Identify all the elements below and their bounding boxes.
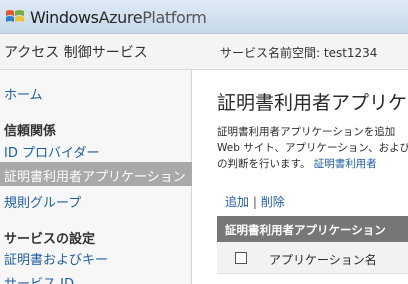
description-line-1: 証明書利用者アプリケーションを追加 xyxy=(217,126,396,138)
description-link[interactable]: 証明書利用者 xyxy=(314,158,377,170)
sidebar-item-label: 証明書利用者アプリケーション xyxy=(4,170,186,185)
grid-actions: 追加 | 削除 xyxy=(225,193,285,210)
description-text: の判断を行います。 xyxy=(217,158,311,170)
action-separator: | xyxy=(252,195,257,209)
sidebar-item-relying-party-apps[interactable]: 証明書利用者アプリケーション xyxy=(0,162,192,186)
page-title: 証明書利用者アプリケーション xyxy=(217,92,408,114)
brand-azure: Azure xyxy=(98,8,143,27)
select-all-checkbox[interactable] xyxy=(235,252,247,264)
main-content: 証明書利用者アプリケーション 証明書利用者アプリケーションを追加 Web サイト… xyxy=(193,70,408,284)
sidebar-item-home[interactable]: ホーム xyxy=(4,84,43,103)
sidebar-heading-trust: 信頼関係 xyxy=(4,124,57,139)
grid-column-header-row: アプリケーション名 xyxy=(217,242,408,274)
sidebar-item-id-providers[interactable]: ID プロバイダー xyxy=(4,142,99,161)
namespace-label: サービス名前空間: test1234 xyxy=(220,46,378,60)
description-line-3: の判断を行います。 証明書利用者 xyxy=(217,156,377,171)
sidebar-item-certificates-keys[interactable]: 証明書およびキー xyxy=(4,249,108,268)
sidebar: ホーム 信頼関係 ID プロバイダー 証明書利用者アプリケーション 規則グループ… xyxy=(0,70,192,284)
header-bar: アクセス 制御サービス サービス名前空間: test1234 xyxy=(0,34,408,70)
delete-link[interactable]: 削除 xyxy=(261,195,285,209)
app-title: アクセス 制御サービス xyxy=(4,45,148,61)
sidebar-item-rule-groups[interactable]: 規則グループ xyxy=(4,192,81,211)
description-line-2: Web サイト、アプリケーション、および xyxy=(217,142,408,154)
brand-platform: Platform xyxy=(142,8,207,27)
column-header-app-name[interactable]: アプリケーション名 xyxy=(269,251,377,268)
grid-header: 証明書利用者アプリケーション xyxy=(217,216,408,242)
sidebar-item-service-identities[interactable]: サービス ID xyxy=(4,273,74,284)
brand-bar: WindowsAzurePlatform xyxy=(0,0,408,34)
brand-title: WindowsAzurePlatform xyxy=(30,8,207,27)
windows-logo-icon xyxy=(6,10,24,22)
sidebar-heading-service-settings: サービスの設定 xyxy=(4,232,96,247)
brand-windows: Windows xyxy=(30,8,99,27)
grid-header-title: 証明書利用者アプリケーション xyxy=(225,223,386,237)
add-link[interactable]: 追加 xyxy=(225,195,249,209)
